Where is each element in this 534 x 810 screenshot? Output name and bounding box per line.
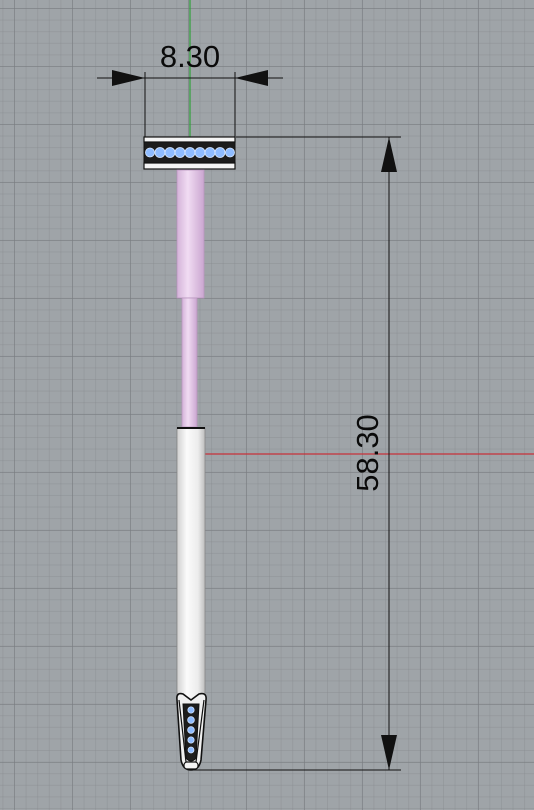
height-arrow-top — [381, 137, 397, 172]
gem-band-ring[interactable] — [143, 136, 236, 170]
upper-shaft-wide — [176, 169, 205, 299]
upper-shaft-narrow — [181, 297, 198, 428]
height-dimension-label[interactable]: 58.30 — [350, 414, 385, 492]
tip-base — [183, 761, 199, 770]
lower-shaft-body — [176, 427, 206, 701]
lower-shaft[interactable] — [176, 427, 206, 701]
gem-tip[interactable] — [176, 692, 207, 771]
width-arrow-left — [112, 70, 145, 86]
ring-top-rim — [143, 136, 236, 143]
cad-viewport[interactable]: 8.30 58.30 — [0, 0, 534, 810]
ring-bottom-rim — [143, 162, 236, 170]
width-arrow-right — [235, 70, 268, 86]
upper-shaft[interactable] — [176, 169, 205, 428]
width-dimension-label[interactable]: 8.30 — [160, 39, 220, 74]
ring-gems — [145, 147, 235, 158]
height-arrow-bottom — [381, 735, 397, 770]
drawing-canvas[interactable]: 8.30 58.30 — [0, 0, 534, 810]
